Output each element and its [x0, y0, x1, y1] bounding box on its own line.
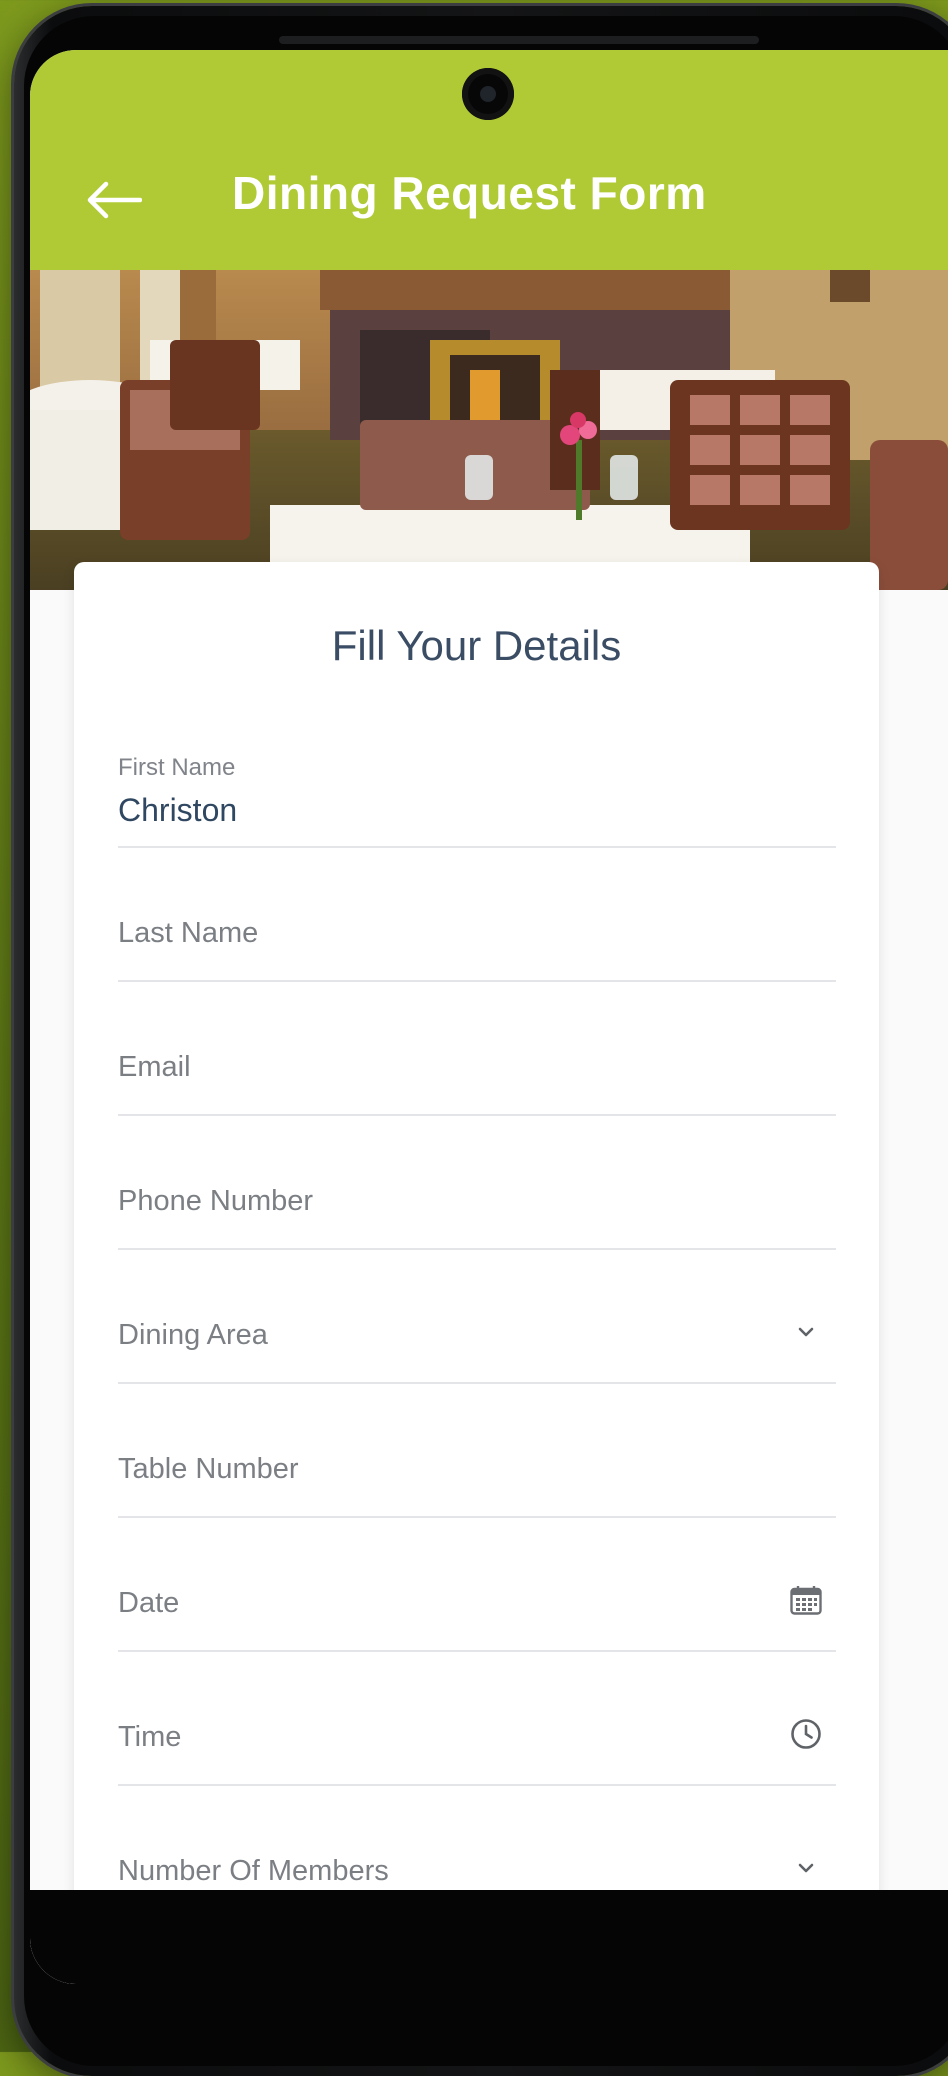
phone-number-field[interactable]: Phone Number — [118, 1114, 836, 1250]
front-camera — [462, 68, 514, 120]
table-number-field[interactable]: Table Number — [118, 1382, 836, 1518]
calendar-icon[interactable] — [790, 1584, 822, 1616]
chevron-down-icon — [790, 1316, 822, 1348]
clock-icon[interactable] — [790, 1718, 822, 1750]
number-of-members-placeholder: Number Of Members — [118, 1855, 389, 1887]
dining-area-select[interactable]: Dining Area — [118, 1248, 836, 1384]
details-card: Fill Your Details First Name Christon La… — [74, 562, 879, 1984]
app-screen: Dining Request Form Fill Your Details Fi… — [30, 50, 948, 1984]
time-field[interactable]: Time — [118, 1650, 836, 1786]
date-field[interactable]: Date — [118, 1516, 836, 1652]
email-placeholder: Email — [118, 1051, 191, 1083]
back-button[interactable] — [84, 176, 148, 224]
chevron-down-icon — [790, 1852, 822, 1884]
date-placeholder: Date — [118, 1587, 180, 1619]
phone-number-placeholder: Phone Number — [118, 1185, 314, 1217]
dining-area-placeholder: Dining Area — [118, 1319, 268, 1351]
page-title: Dining Request Form — [232, 167, 707, 219]
phone-bottom-bezel — [30, 1890, 948, 1984]
earpiece-speaker — [279, 36, 759, 44]
first-name-value: Christon — [118, 792, 238, 828]
restaurant-photo — [30, 270, 948, 590]
card-title: Fill Your Details — [331, 622, 622, 669]
restaurant-photo-illustration — [30, 270, 948, 590]
first-name-field[interactable]: First Name Christon — [118, 712, 836, 848]
last-name-field[interactable]: Last Name — [118, 846, 836, 982]
table-number-placeholder: Table Number — [118, 1453, 299, 1485]
time-placeholder: Time — [118, 1721, 182, 1753]
first-name-label: First Name — [118, 754, 236, 781]
email-field[interactable]: Email — [118, 980, 836, 1116]
last-name-placeholder: Last Name — [118, 917, 259, 949]
arrow-left-icon — [87, 181, 142, 219]
